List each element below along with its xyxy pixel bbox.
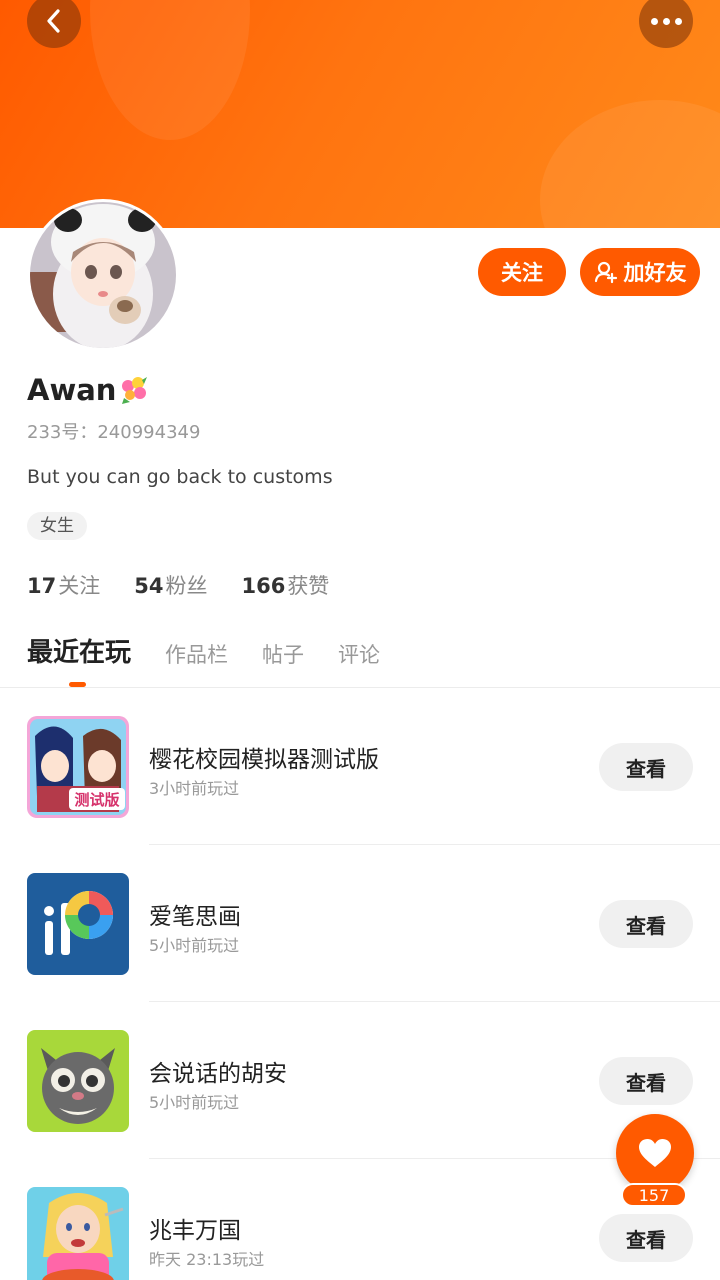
list-item[interactable]: 会说话的胡安 5小时前玩过 查看 bbox=[0, 1002, 720, 1159]
follow-label: 关注 bbox=[501, 261, 543, 285]
game-icon-sakura: 测试版 bbox=[27, 716, 129, 818]
list-item[interactable]: 爱笔思画 5小时前玩过 查看 bbox=[0, 845, 720, 1002]
game-time: 5小时前玩过 bbox=[149, 1093, 240, 1112]
list-item[interactable]: 兆丰万国 昨天 23:13玩过 查看 bbox=[0, 1159, 720, 1280]
like-button[interactable] bbox=[616, 1114, 694, 1192]
like-count: 157 bbox=[621, 1183, 687, 1207]
game-name: 兆丰万国 bbox=[149, 1218, 241, 1244]
tab-recently-played[interactable]: 最近在玩 bbox=[27, 632, 131, 675]
chevron-left-icon bbox=[47, 9, 60, 33]
profile-name-text: Awan bbox=[27, 373, 117, 407]
profile-tabs: 最近在玩 作品栏 帖子 评论 bbox=[27, 632, 414, 675]
bouquet-icon bbox=[122, 377, 148, 404]
view-button[interactable]: 查看 bbox=[599, 1057, 693, 1105]
svg-text:测试版: 测试版 bbox=[74, 791, 119, 809]
more-dots-icon bbox=[650, 17, 682, 25]
list-item[interactable]: 测试版 樱花校园模拟器测试版 3小时前玩过 查看 bbox=[0, 688, 720, 845]
game-name: 爱笔思画 bbox=[149, 904, 241, 930]
follow-button[interactable]: 关注 bbox=[478, 248, 566, 296]
add-friend-button[interactable]: 加好友 bbox=[580, 248, 700, 296]
game-time: 5小时前玩过 bbox=[149, 936, 240, 955]
profile-banner bbox=[0, 0, 720, 228]
heart-icon bbox=[639, 1139, 671, 1167]
stats: 17关注 54粉丝 166获赞 bbox=[27, 570, 329, 600]
tab-comments[interactable]: 评论 bbox=[338, 639, 380, 675]
stat-likes[interactable]: 166获赞 bbox=[241, 570, 329, 600]
profile-name: Awan bbox=[27, 373, 150, 407]
game-name: 会说话的胡安 bbox=[149, 1061, 287, 1087]
more-button[interactable] bbox=[639, 0, 693, 48]
view-button[interactable]: 查看 bbox=[599, 1214, 693, 1262]
game-name: 樱花校园模拟器测试版 bbox=[149, 747, 379, 773]
game-time: 3小时前玩过 bbox=[149, 779, 240, 798]
add-friend-label: 加好友 bbox=[623, 261, 687, 285]
gender-tag: 女生 bbox=[27, 512, 87, 540]
game-icon-ibispaint bbox=[27, 873, 129, 975]
view-button[interactable]: 查看 bbox=[599, 743, 693, 791]
stat-fans[interactable]: 54粉丝 bbox=[134, 570, 207, 600]
avatar[interactable] bbox=[30, 202, 176, 348]
stat-following[interactable]: 17关注 bbox=[27, 570, 100, 600]
profile-page: 关注 加好友 Awan 233号：240994349 But you can g… bbox=[0, 0, 720, 1280]
bio: But you can go back to customs bbox=[27, 466, 333, 488]
view-button[interactable]: 查看 bbox=[599, 900, 693, 948]
game-icon-zhaofeng bbox=[27, 1187, 129, 1280]
back-button[interactable] bbox=[27, 0, 81, 48]
game-time: 昨天 23:13玩过 bbox=[149, 1250, 265, 1269]
user-id: 233号：240994349 bbox=[27, 422, 201, 443]
tab-posts[interactable]: 帖子 bbox=[262, 639, 304, 675]
tab-works[interactable]: 作品栏 bbox=[165, 639, 228, 675]
add-user-icon bbox=[594, 261, 617, 284]
game-icon-talking-juan bbox=[27, 1030, 129, 1132]
